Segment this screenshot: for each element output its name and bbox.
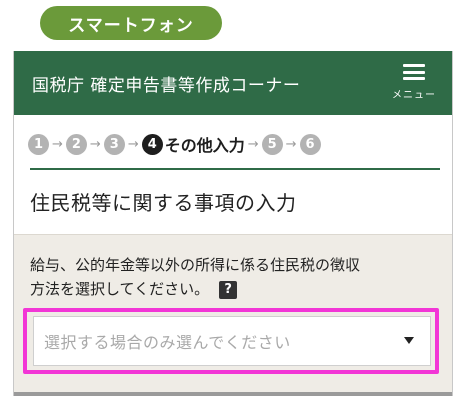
help-icon[interactable]: ?: [219, 280, 238, 299]
page-title: 住民税等に関する事項の入力: [30, 191, 297, 215]
phone-screen: 国税庁 確定申告書等作成コーナー メニュー 1 → 2 → 3 → 4 その他入…: [13, 51, 453, 396]
collection-method-select[interactable]: 選択する場合のみ選んでください: [33, 316, 431, 366]
step-arrow-icon: →: [89, 136, 101, 152]
select-placeholder: 選択する場合のみ選んでください: [44, 333, 291, 352]
question-line-1: 給与、公的年金等以外の所得に係る住民税の徴収: [30, 256, 361, 274]
hamburger-icon: [403, 64, 425, 80]
step-arrow-icon: →: [52, 136, 63, 152]
step-3: 3: [103, 133, 125, 155]
app-title: 国税庁 確定申告書等作成コーナー: [32, 76, 301, 96]
step-arrow-icon: →: [127, 136, 139, 152]
menu-label: メニュー: [392, 90, 436, 101]
step-indicator: 1 → 2 → 3 → 4 その他入力 → 5 → 6: [28, 131, 321, 157]
dropdown-caret-icon: [404, 337, 414, 344]
question-line-2: 方法を選択してください。?: [30, 277, 440, 301]
step-2: 2: [65, 133, 87, 155]
step-arrow-icon: →: [247, 136, 259, 152]
step-5: 5: [261, 133, 283, 155]
question-text: 給与、公的年金等以外の所得に係る住民税の徴収 方法を選択してください。?: [30, 253, 440, 301]
bottom-divider: [14, 392, 452, 396]
app-header: 国税庁 確定申告書等作成コーナー メニュー: [14, 51, 452, 115]
step-1: 1: [28, 133, 49, 155]
step-divider: [30, 168, 440, 170]
step-6: 6: [299, 133, 321, 155]
current-step-label: その他入力: [164, 136, 245, 155]
menu-button[interactable]: メニュー: [390, 64, 438, 104]
badge-label: スマートフォン: [68, 15, 194, 36]
smartphone-badge: スマートフォン: [40, 6, 222, 40]
step-arrow-icon: →: [285, 136, 297, 152]
step-4-current: 4: [141, 133, 163, 155]
